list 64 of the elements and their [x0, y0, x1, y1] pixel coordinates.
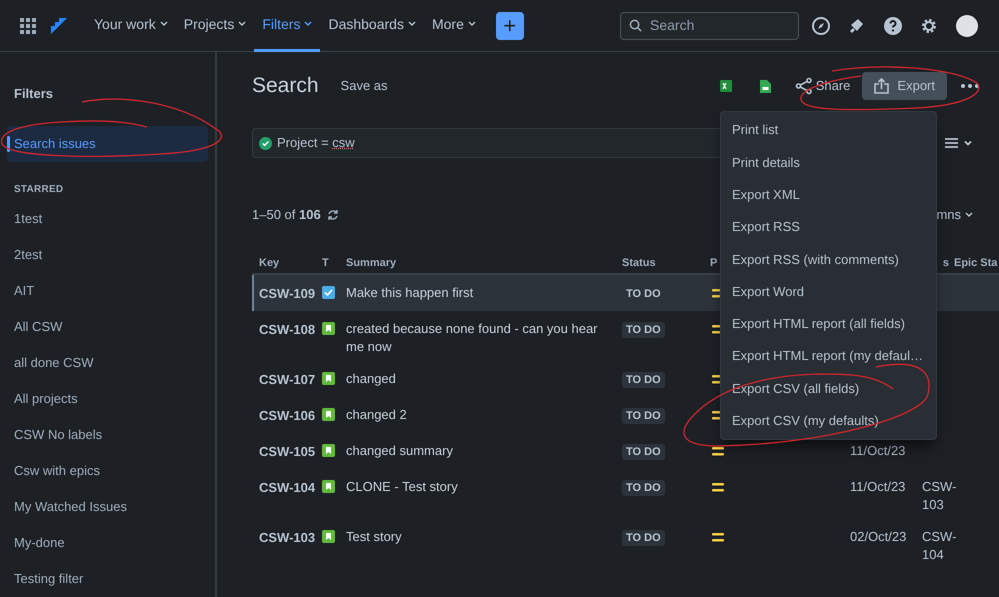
menu-item[interactable]: Export CSV (my defaults)	[721, 404, 936, 437]
column-header[interactable]: Key	[252, 254, 315, 272]
sidebar-item[interactable]: Testing filter	[7, 560, 208, 596]
nav-menu-button[interactable]: More	[424, 0, 484, 52]
menu-item[interactable]: Export RSS (with comments)	[721, 243, 936, 276]
sidebar-item[interactable]: CSW No labels	[7, 416, 208, 452]
save-as-button[interactable]: Save as	[340, 76, 388, 96]
issue-key-link[interactable]: CSW-109	[254, 284, 317, 303]
issue-key-link[interactable]: CSW-108	[254, 320, 317, 339]
sidebar-title: Filters	[13, 85, 54, 103]
summary-link[interactable]: created because none found - can you hear me now	[341, 320, 617, 356]
sidebar-item[interactable]: AIT	[7, 272, 208, 308]
issue-key-link[interactable]: CSW-104	[254, 478, 317, 497]
linked-issue-link[interactable]: CSW-103	[917, 478, 967, 514]
menu-item[interactable]: Export CSV (all fields)	[721, 372, 936, 405]
sidebar-item[interactable]: Csw with epics	[7, 452, 208, 488]
sidebar-item[interactable]: My-done	[7, 524, 208, 560]
status-lozenge: TO DO	[622, 444, 665, 460]
page-title: Search	[252, 73, 319, 100]
column-header[interactable]: T	[315, 254, 339, 272]
issue-key-link[interactable]: CSW-107	[254, 370, 317, 389]
menu-item[interactable]: Export RSS	[721, 210, 936, 244]
sidebar-item[interactable]: All CSW	[7, 308, 208, 344]
menu-item[interactable]: Export HTML report (my defaul…	[721, 340, 936, 372]
column-header[interactable]: Status	[615, 254, 703, 272]
sidebar-item[interactable]: My Watched Issues	[7, 488, 208, 524]
column-header[interactable]: Summary	[339, 254, 615, 272]
status-lozenge: TO DO	[622, 322, 665, 338]
section-heading: STARRED	[13, 182, 64, 196]
nav-menu-button[interactable]: Projects	[176, 0, 254, 52]
nav-menu-button[interactable]: Dashboards	[320, 0, 424, 52]
summary-link[interactable]: Make this happen first	[341, 284, 617, 302]
menu-item[interactable]: Export Word	[721, 275, 936, 308]
result-count: 1–50 of 106	[252, 206, 321, 224]
share-button[interactable]: Share	[794, 76, 850, 96]
nav-menu-button[interactable]: Filters	[254, 0, 320, 52]
sidebar-item[interactable]: 1test	[7, 200, 208, 236]
date-cell-text: 02/Oct/23	[849, 528, 908, 546]
menu-item[interactable]: Export XML	[721, 178, 936, 211]
summary-link[interactable]: changed 2	[341, 406, 617, 424]
issue-key-link[interactable]: CSW-103	[254, 528, 317, 547]
sidebar-item[interactable]: Search issues	[7, 126, 208, 162]
summary-link[interactable]: changed	[341, 370, 617, 388]
status-lozenge: TO DO	[622, 372, 665, 388]
linked-issue-link[interactable]: CSW-104	[917, 528, 967, 564]
sidebar-item[interactable]: all done CSW	[7, 344, 208, 380]
nav-menu-button[interactable]: Your work	[86, 0, 176, 52]
summary-link[interactable]: changed summary	[341, 442, 617, 460]
issue-key-link[interactable]: CSW-105	[254, 442, 317, 461]
export-button[interactable]: Export	[862, 72, 947, 100]
status-lozenge: TO DO	[622, 530, 665, 546]
date-cell-text: 11/Oct/23	[849, 442, 906, 460]
column-header[interactable]: Epic Sta	[951, 254, 999, 272]
search-input[interactable]: Search	[650, 15, 790, 36]
issue-key-link[interactable]: CSW-106	[254, 406, 317, 425]
summary-link[interactable]: Test story	[341, 528, 617, 546]
date-cell-text: 11/Oct/23	[849, 478, 906, 496]
status-lozenge: TO DO	[622, 408, 665, 424]
sidebar-item[interactable]: All projects	[7, 380, 208, 416]
status-lozenge: TO DO	[622, 480, 665, 496]
sidebar-item[interactable]: 2test	[7, 236, 208, 272]
create-button[interactable]: +	[496, 12, 524, 40]
search-field[interactable]: Search	[620, 12, 799, 40]
summary-link[interactable]: CLONE - Test story	[341, 478, 617, 496]
